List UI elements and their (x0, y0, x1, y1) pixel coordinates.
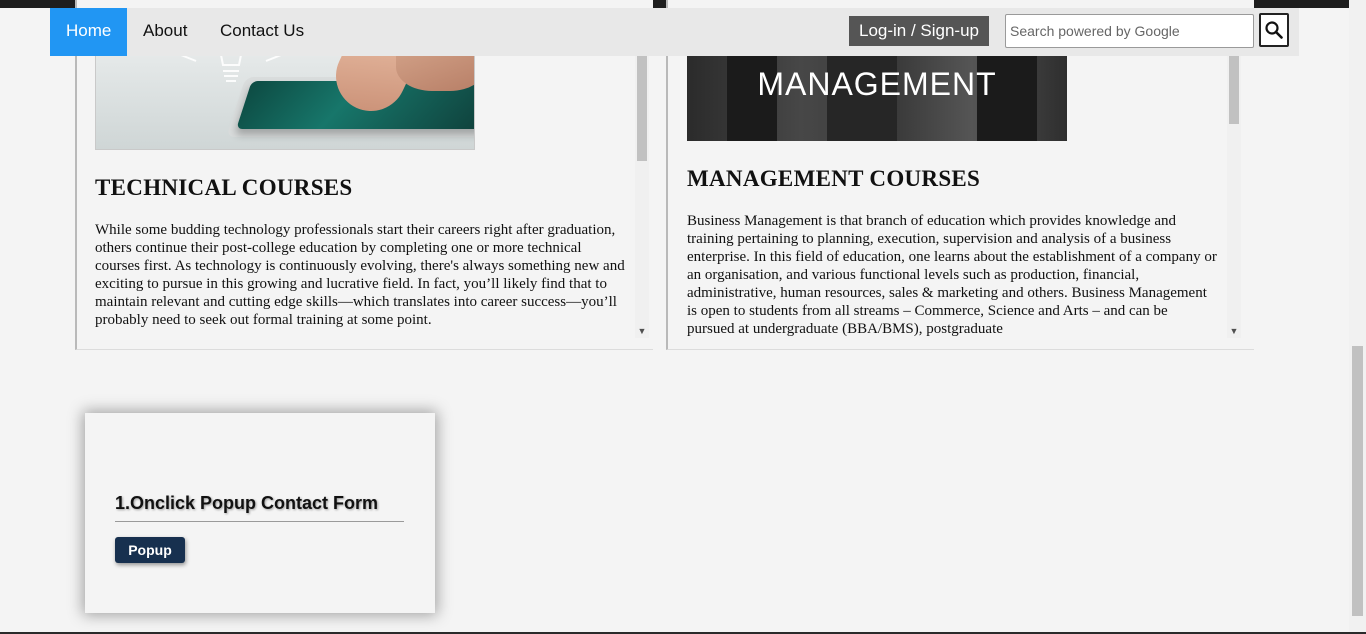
management-image-caption: MANAGEMENT (757, 66, 997, 102)
scroll-thumb[interactable] (637, 44, 647, 161)
scroll-down-arrow-icon[interactable]: ▼ (1229, 326, 1239, 336)
nav-about[interactable]: About (127, 8, 203, 56)
divider (115, 521, 404, 522)
management-course-title: MANAGEMENT COURSES (687, 166, 981, 191)
scroll-thumb[interactable] (1229, 44, 1239, 124)
technical-course-text: While some budding technology profession… (95, 222, 625, 328)
popup-contact-form-box: 1.Onclick Popup Contact Form Popup (85, 413, 435, 613)
search-button[interactable] (1259, 13, 1289, 47)
nav-home[interactable]: Home (50, 8, 128, 56)
top-navbar: Home About Contact Us Log-in / Sign-up (50, 8, 1299, 56)
popup-section-title: 1.Onclick Popup Contact Form (115, 493, 379, 513)
scroll-down-arrow-icon[interactable]: ▼ (637, 326, 647, 336)
technical-course-title: TECHNICAL COURSES (95, 175, 353, 200)
management-card-scrollbar[interactable]: ▼ (1227, 40, 1241, 338)
page-scrollbar[interactable] (1349, 0, 1366, 634)
technical-course-image (95, 40, 475, 150)
technical-card-scrollbar[interactable]: ▼ (635, 40, 649, 338)
page-scroll-thumb[interactable] (1352, 346, 1363, 616)
nav-contact-us[interactable]: Contact Us (204, 8, 320, 56)
login-signup-button[interactable]: Log-in / Sign-up (849, 16, 989, 46)
management-course-text: Business Management is that branch of ed… (687, 213, 1217, 337)
search-input[interactable] (1005, 14, 1254, 48)
popup-button[interactable]: Popup (115, 537, 185, 563)
search-icon (1265, 21, 1283, 39)
